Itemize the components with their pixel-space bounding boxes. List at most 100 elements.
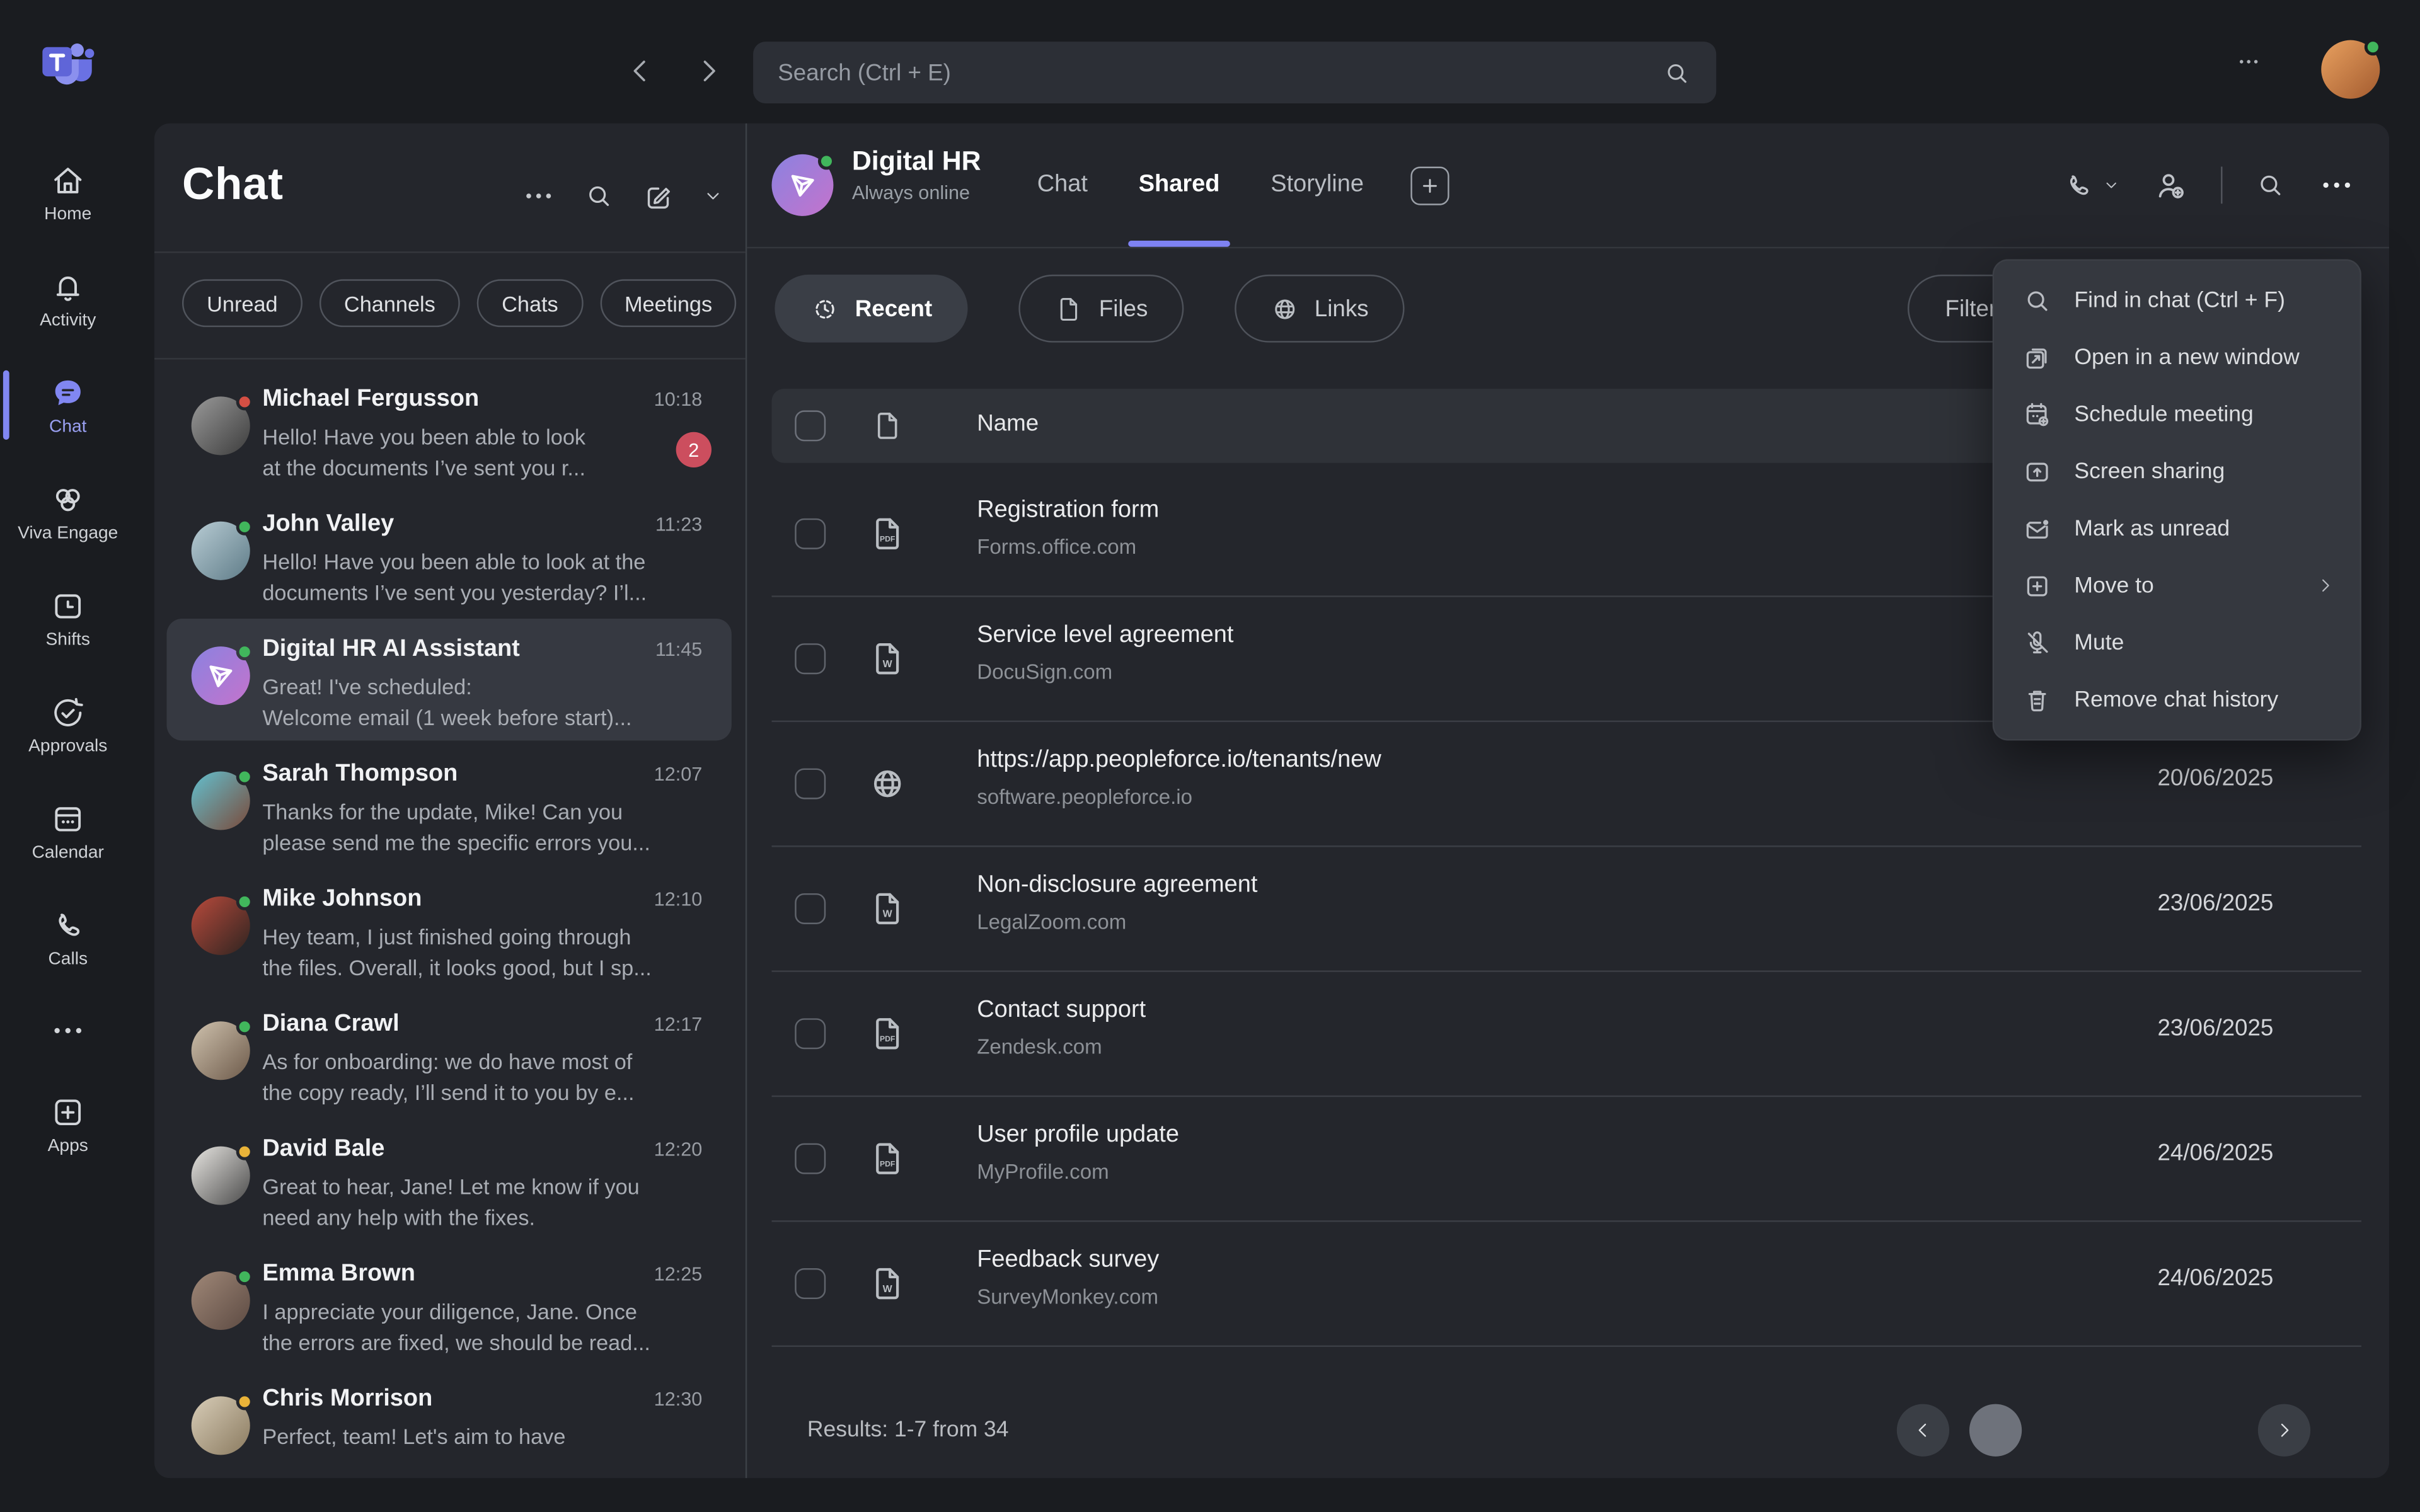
topbar-more-icon[interactable]	[2228, 49, 2269, 74]
conversation-name: Emma Brown	[262, 1261, 415, 1288]
row-checkbox[interactable]	[795, 518, 826, 549]
prev-page-button[interactable]	[1897, 1404, 1949, 1457]
chip-chats[interactable]: Chats	[477, 279, 583, 327]
row-checkbox[interactable]	[795, 1018, 826, 1049]
table-row[interactable]: PDF User profile update MyProfile.com 24…	[771, 1097, 2361, 1222]
chip-meetings[interactable]: Meetings	[600, 279, 737, 327]
file-source: software.peopleforce.io	[977, 786, 1192, 809]
home-icon	[49, 161, 86, 198]
add-tab-icon[interactable]	[1410, 166, 1449, 205]
avatar	[192, 396, 250, 455]
menu-item-label: Open in a new window	[2074, 345, 2335, 369]
conversation-name: David Bale	[262, 1135, 384, 1163]
rail-item-apps[interactable]: Apps	[0, 1071, 136, 1177]
toolbar-filter-files[interactable]: Files	[1018, 275, 1183, 343]
chat-avatar[interactable]	[771, 154, 833, 216]
call-button[interactable]	[2062, 169, 2121, 201]
avatar	[192, 646, 250, 705]
toolbar-filter-recent[interactable]: Recent	[775, 275, 967, 343]
row-checkbox[interactable]	[795, 643, 826, 674]
toolbar-filter-links[interactable]: Links	[1234, 275, 1403, 343]
avatar	[192, 1271, 250, 1330]
rail-item-approvals[interactable]: Approvals	[0, 671, 136, 777]
conversation-item[interactable]: Digital HR AI Assistant 11:45 Great! I'v…	[154, 617, 746, 742]
chip-unread[interactable]: Unread	[182, 279, 302, 327]
menu-item-mute[interactable]: Mute	[1994, 614, 2360, 672]
menu-item-open-in-a-new-window[interactable]: Open in a new window	[1994, 329, 2360, 386]
teams-logo-icon[interactable]	[37, 34, 99, 96]
nav-back-icon[interactable]	[623, 52, 657, 89]
rail-item-calls[interactable]: Calls	[0, 884, 136, 990]
conversation-item[interactable]: David Bale 12:20 Great to hear, Jane! Le…	[154, 1117, 746, 1242]
chat-search-icon[interactable]	[584, 181, 614, 212]
table-row[interactable]: W Non-disclosure agreement LegalZoom.com…	[771, 847, 2361, 971]
menu-item-mark-as-unread[interactable]: Mark as unread	[1994, 500, 2360, 557]
tab-shared[interactable]: Shared	[1139, 123, 1220, 247]
file-pdf-icon: PDF	[867, 1014, 908, 1054]
rail-item-label: Viva Engage	[18, 524, 118, 542]
table-row[interactable]: PDF Contact support Zendesk.com 23/06/20…	[771, 972, 2361, 1097]
menu-item-move-to[interactable]: Move to	[1994, 557, 2360, 614]
presence-badge	[236, 1018, 253, 1035]
row-checkbox[interactable]	[795, 1143, 826, 1174]
find-in-chat-icon[interactable]	[2255, 169, 2286, 200]
chat-more-options-icon[interactable]	[2318, 166, 2355, 203]
search-input[interactable]: Search (Ctrl + E)	[753, 42, 1716, 103]
table-row[interactable]: W Feedback survey SurveyMonkey.com 24/06…	[771, 1222, 2361, 1347]
rail-item-chat[interactable]: Chat	[0, 352, 136, 458]
file-title: Non-disclosure agreement	[977, 872, 1257, 900]
conversation-name: Diana Crawl	[262, 1011, 399, 1038]
select-all-checkbox[interactable]	[795, 410, 826, 441]
add-people-icon[interactable]	[2153, 168, 2188, 203]
conversation-item[interactable]: Michael Fergusson 10:18 Hello! Have you …	[154, 367, 746, 492]
clock-icon	[810, 294, 840, 324]
name-column-header: Name	[977, 410, 1039, 437]
page-1[interactable]	[1969, 1404, 2022, 1457]
chat-more-icon[interactable]	[522, 179, 556, 213]
next-page-button[interactable]	[2258, 1404, 2310, 1457]
user-avatar[interactable]	[2321, 40, 2380, 99]
conversation-item[interactable]: Emma Brown 12:25 I appreciate your dilig…	[154, 1242, 746, 1366]
rail-item-more[interactable]	[0, 990, 136, 1070]
table-row[interactable]: https://app.peopleforce.io/tenants/new s…	[771, 722, 2361, 847]
avatar	[192, 1021, 250, 1080]
rail-item-viva-engage[interactable]: Viva Engage	[0, 458, 136, 564]
conversation-item[interactable]: Sarah Thompson 12:07 Thanks for the upda…	[154, 742, 746, 867]
conversation-item[interactable]: John Valley 11:23 Hello! Have you been a…	[154, 492, 746, 617]
row-checkbox[interactable]	[795, 769, 826, 799]
conversation-item[interactable]: Mike Johnson 12:10 Hey team, I just fini…	[154, 867, 746, 992]
menu-item-find-in-chat-ctrl-f[interactable]: Find in chat (Ctrl + F)	[1994, 272, 2360, 329]
conversation-preview: As for onboarding: we do have most ofthe…	[262, 1046, 705, 1108]
unread-badge: 2	[676, 432, 712, 467]
conversation-item[interactable]: Chris Morrison 12:30 Perfect, team! Let'…	[154, 1367, 746, 1478]
chat-panel-header: Chat	[154, 123, 746, 251]
tab-chat[interactable]: Chat	[1037, 123, 1088, 247]
conversation-item[interactable]: Diana Crawl 12:17 As for onboarding: we …	[154, 992, 746, 1117]
menu-item-label: Remove chat history	[2074, 687, 2335, 712]
globe-icon	[867, 764, 908, 804]
rail-item-calendar[interactable]: Calendar	[0, 777, 136, 884]
file-date: 23/06/2025	[2157, 890, 2273, 917]
conversation-time: 12:07	[654, 764, 703, 785]
app-rail: Home Activity Chat Viva Engage Shifts Ap…	[0, 0, 136, 1512]
chip-channels[interactable]: Channels	[320, 279, 460, 327]
tab-storyline[interactable]: Storyline	[1270, 123, 1364, 247]
row-checkbox[interactable]	[795, 1268, 826, 1299]
menu-item-schedule-meeting[interactable]: Schedule meeting	[1994, 386, 2360, 443]
rail-item-shifts[interactable]: Shifts	[0, 564, 136, 671]
menu-item-label: Find in chat (Ctrl + F)	[2074, 288, 2335, 312]
file-date: 23/06/2025	[2157, 1015, 2273, 1041]
file-title: Service level agreement	[977, 622, 1233, 650]
main-card: Chat Unread Channels Chats Meetings Michael…	[154, 123, 2389, 1478]
divider	[2221, 166, 2222, 203]
chip-label: Chats	[502, 291, 558, 316]
conversation-preview: Thanks for the update, Mike! Can youplea…	[262, 796, 705, 858]
rail-item-activity[interactable]: Activity	[0, 245, 136, 352]
menu-item-remove-chat-history[interactable]: Remove chat history	[1994, 671, 2360, 728]
chat-filter-chevron-icon[interactable]	[702, 185, 723, 207]
nav-forward-icon[interactable]	[691, 52, 725, 89]
rail-item-home[interactable]: Home	[0, 139, 136, 245]
row-checkbox[interactable]	[795, 893, 826, 924]
menu-item-screen-sharing[interactable]: Screen sharing	[1994, 443, 2360, 500]
new-chat-icon[interactable]	[642, 180, 674, 212]
